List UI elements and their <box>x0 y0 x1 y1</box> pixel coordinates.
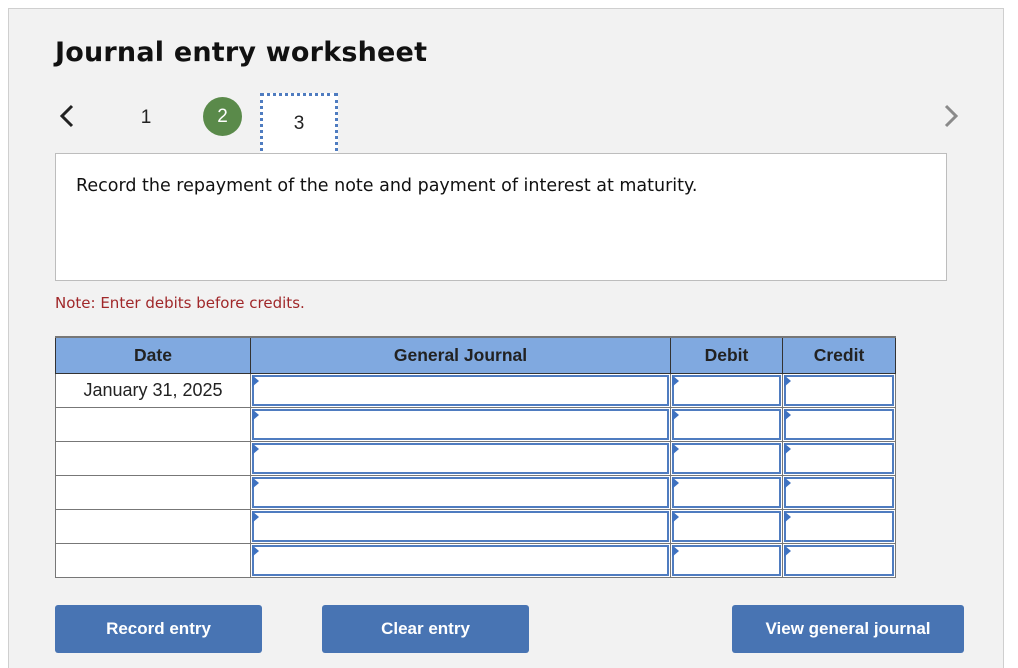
date-cell <box>55 509 251 544</box>
debit-input[interactable] <box>672 409 781 440</box>
date-cell <box>55 475 251 510</box>
clear-entry-button[interactable]: Clear entry <box>322 605 529 653</box>
credit-input[interactable] <box>784 511 894 542</box>
credit-input-cell <box>782 441 896 476</box>
credit-input-cell <box>782 407 896 442</box>
account-input-cell <box>250 509 671 544</box>
credit-input-cell <box>782 475 896 510</box>
debit-input-cell <box>670 373 783 408</box>
account-input[interactable] <box>252 409 669 440</box>
header-date: Date <box>55 336 251 374</box>
credit-input[interactable] <box>784 409 894 440</box>
debit-input[interactable] <box>672 511 781 542</box>
next-button[interactable] <box>941 101 961 131</box>
table-row <box>55 441 896 476</box>
table-row <box>55 407 896 442</box>
date-cell: January 31, 2025 <box>55 373 251 408</box>
date-cell <box>55 543 251 578</box>
debit-input[interactable] <box>672 545 781 576</box>
header-debit: Debit <box>670 336 783 374</box>
credit-input-cell <box>782 373 896 408</box>
chevron-right-icon <box>944 104 959 128</box>
account-input[interactable] <box>252 545 669 576</box>
record-entry-button[interactable]: Record entry <box>55 605 262 653</box>
account-input-cell <box>250 441 671 476</box>
account-input[interactable] <box>252 477 669 508</box>
step-3-label: 3 <box>293 113 305 134</box>
table-row <box>55 509 896 544</box>
account-input[interactable] <box>252 375 669 406</box>
debit-input-cell <box>670 407 783 442</box>
debit-input-cell <box>670 441 783 476</box>
table-row: January 31, 2025 <box>55 373 896 408</box>
date-cell <box>55 441 251 476</box>
instruction-text: Record the repayment of the note and pay… <box>76 176 698 196</box>
account-input-cell <box>250 407 671 442</box>
credit-input-cell <box>782 509 896 544</box>
account-input[interactable] <box>252 443 669 474</box>
credit-input[interactable] <box>784 443 894 474</box>
note-text: Note: Enter debits before credits. <box>55 294 305 312</box>
credit-input[interactable] <box>784 375 894 406</box>
account-input-cell <box>250 543 671 578</box>
debit-input-cell <box>670 509 783 544</box>
debit-input[interactable] <box>672 375 781 406</box>
debit-input[interactable] <box>672 443 781 474</box>
step-2-completed[interactable]: 2 <box>203 97 242 136</box>
account-input[interactable] <box>252 511 669 542</box>
table-row <box>55 543 896 578</box>
date-cell <box>55 407 251 442</box>
worksheet-panel: Journal entry worksheet 1 2 3 Record the… <box>8 8 1004 668</box>
header-general-journal: General Journal <box>250 336 671 374</box>
journal-table: Date General Journal Debit Credit Januar… <box>55 336 896 578</box>
step-1[interactable]: 1 <box>131 105 161 131</box>
debit-input-cell <box>670 543 783 578</box>
instruction-box: Record the repayment of the note and pay… <box>55 153 947 281</box>
worksheet-title: Journal entry worksheet <box>55 37 428 68</box>
account-input-cell <box>250 373 671 408</box>
view-general-journal-button[interactable]: View general journal <box>732 605 964 653</box>
debit-input[interactable] <box>672 477 781 508</box>
table-row <box>55 475 896 510</box>
step-3-current[interactable]: 3 <box>260 93 338 157</box>
debit-input-cell <box>670 475 783 510</box>
credit-input-cell <box>782 543 896 578</box>
previous-button[interactable] <box>57 101 77 131</box>
credit-input[interactable] <box>784 477 894 508</box>
header-credit: Credit <box>782 336 896 374</box>
chevron-left-icon <box>59 104 74 128</box>
account-input-cell <box>250 475 671 510</box>
credit-input[interactable] <box>784 545 894 576</box>
table-header-row: Date General Journal Debit Credit <box>55 336 896 374</box>
